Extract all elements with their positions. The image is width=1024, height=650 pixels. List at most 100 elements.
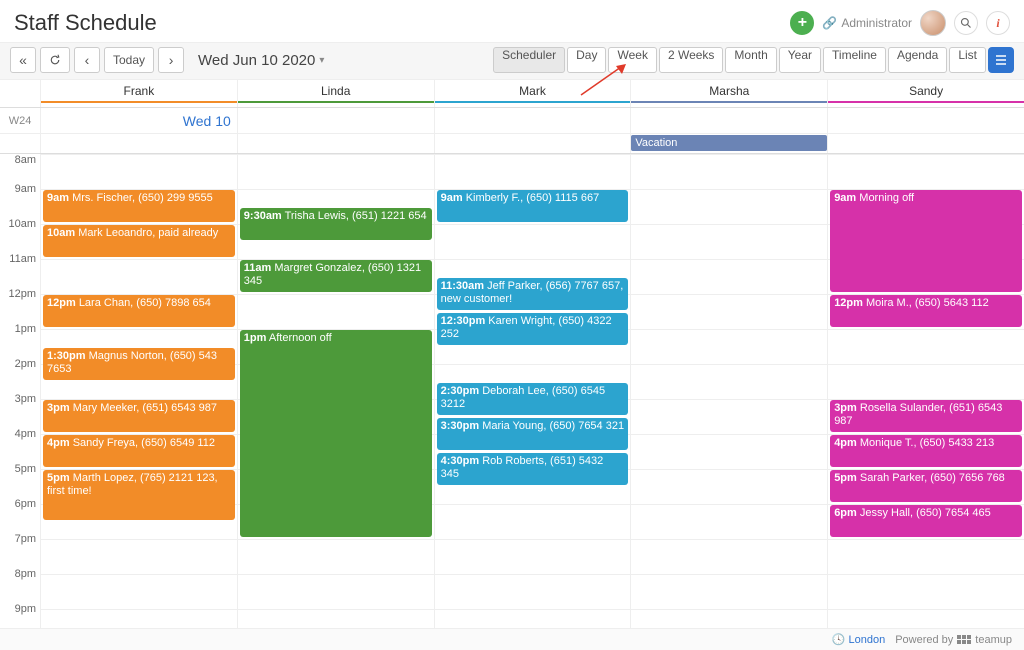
event-title: Rosella Sulander, (651) 6543 987 xyxy=(834,402,1002,427)
staff-header-row: Frank Linda Mark Marsha Sandy xyxy=(0,80,1024,108)
add-button[interactable]: + xyxy=(790,11,814,35)
event[interactable]: 3pm Mary Meeker, (651) 6543 987 xyxy=(43,400,235,432)
event[interactable]: 4:30pm Rob Roberts, (651) 5432 345 xyxy=(437,453,629,485)
admin-link[interactable]: 🔗 Administrator xyxy=(822,16,912,30)
event[interactable]: 11am Margret Gonzalez, (650) 1321 345 xyxy=(240,260,432,292)
event-title: Maria Young, (650) 7654 321 xyxy=(482,420,624,432)
brand-label[interactable]: teamup xyxy=(975,634,1012,646)
menu-button[interactable] xyxy=(988,47,1014,73)
timezone-label[interactable]: London xyxy=(848,634,885,646)
event[interactable]: 10am Mark Leoandro, paid already xyxy=(43,225,235,257)
date-cell[interactable] xyxy=(630,108,827,134)
event[interactable]: 5pm Marth Lopez, (765) 2121 123, first t… xyxy=(43,470,235,520)
admin-label: Administrator xyxy=(841,16,912,30)
allday-gutter xyxy=(0,134,40,153)
event-time: 2:30pm xyxy=(441,385,480,397)
first-button[interactable]: « xyxy=(10,47,36,73)
hour-label: 10am xyxy=(8,218,36,230)
allday-cell[interactable] xyxy=(434,134,631,153)
grid-col-marsha[interactable] xyxy=(630,154,827,644)
prev-button[interactable]: ‹ xyxy=(74,47,100,73)
event-title: Margret Gonzalez, (650) 1321 345 xyxy=(244,262,421,287)
view-btn-list[interactable]: List xyxy=(949,47,986,73)
event-time: 3pm xyxy=(834,402,857,414)
view-btn-scheduler[interactable]: Scheduler xyxy=(493,47,565,73)
event-title: Sarah Parker, (650) 7656 768 xyxy=(860,472,1005,484)
allday-event-vacation[interactable]: Vacation xyxy=(631,135,827,151)
view-btn-year[interactable]: Year xyxy=(779,47,821,73)
event-time: 4:30pm xyxy=(441,455,480,467)
grid-col-mark[interactable]: 9am Kimberly F., (650) 1115 667 11:30am J… xyxy=(434,154,631,644)
event[interactable]: 1pm Afternoon off xyxy=(240,330,432,537)
event-time: 5pm xyxy=(47,472,70,484)
event[interactable]: 6pm Jessy Hall, (650) 7654 465 xyxy=(830,505,1022,537)
refresh-icon xyxy=(49,54,61,66)
hour-label: 3pm xyxy=(15,393,36,405)
chevron-down-icon: ▾ xyxy=(319,55,324,66)
hour-label: 12pm xyxy=(8,288,36,300)
grid-col-frank[interactable]: 9am Mrs. Fischer, (650) 299 955510am Mar… xyxy=(40,154,237,644)
event-time: 12pm xyxy=(47,297,76,309)
clock-icon: 🕓 xyxy=(832,634,846,646)
staff-col-sandy[interactable]: Sandy xyxy=(827,80,1024,107)
event[interactable]: 12pm Moira M., (650) 5643 112 xyxy=(830,295,1022,327)
staff-col-frank[interactable]: Frank xyxy=(40,80,237,107)
allday-cell[interactable] xyxy=(237,134,434,153)
refresh-button[interactable] xyxy=(40,47,70,73)
event[interactable]: 2:30pm Deborah Lee, (650) 6545 3212 xyxy=(437,383,629,415)
date-cell-label[interactable]: Wed 10 xyxy=(40,108,237,134)
allday-cell[interactable] xyxy=(40,134,237,153)
info-button[interactable]: i xyxy=(986,11,1010,35)
allday-row: Vacation xyxy=(0,134,1024,154)
event[interactable]: 4pm Sandy Freya, (650) 6549 112 xyxy=(43,435,235,467)
grid-col-sandy[interactable]: 9am Morning off12pm Moira M., (650) 5643… xyxy=(827,154,1024,644)
staff-name: Mark xyxy=(519,84,546,98)
event-time: 9am xyxy=(834,192,856,204)
view-btn-month[interactable]: Month xyxy=(725,47,776,73)
event[interactable]: 9am Mrs. Fischer, (650) 299 9555 xyxy=(43,190,235,222)
date-cell[interactable] xyxy=(827,108,1024,134)
today-button[interactable]: Today xyxy=(104,47,154,73)
event[interactable]: 5pm Sarah Parker, (650) 7656 768 xyxy=(830,470,1022,502)
view-btn-agenda[interactable]: Agenda xyxy=(888,47,947,73)
view-btn-week[interactable]: Week xyxy=(608,47,656,73)
event-time: 3pm xyxy=(47,402,70,414)
view-btn-timeline[interactable]: Timeline xyxy=(823,47,886,73)
timezone-link[interactable]: 🕓 London xyxy=(832,633,885,646)
event[interactable]: 4pm Monique T., (650) 5433 213 xyxy=(830,435,1022,467)
hour-label: 4pm xyxy=(15,428,36,440)
avatar[interactable] xyxy=(920,10,946,36)
staff-col-linda[interactable]: Linda xyxy=(237,80,434,107)
allday-cell-marsha[interactable]: Vacation xyxy=(630,134,827,153)
grid-col-linda[interactable]: 9:30am Trisha Lewis, (651) 1221 654 11am … xyxy=(237,154,434,644)
event[interactable]: 11:30am Jeff Parker, (656) 7767 657, new… xyxy=(437,278,629,310)
toolbar: « ‹ Today › Wed Jun 10 2020 ▾ SchedulerD… xyxy=(0,42,1024,80)
staff-col-marsha[interactable]: Marsha xyxy=(630,80,827,107)
event[interactable]: 9am Morning off xyxy=(830,190,1022,292)
view-btn-2-weeks[interactable]: 2 Weeks xyxy=(659,47,723,73)
event-time: 3:30pm xyxy=(441,420,480,432)
date-cell[interactable] xyxy=(237,108,434,134)
event-title: Mrs. Fischer, (650) 299 9555 xyxy=(72,192,213,204)
event[interactable]: 9am Kimberly F., (650) 1115 667 xyxy=(437,190,629,222)
event[interactable]: 1:30pm Magnus Norton, (650) 543 7653 xyxy=(43,348,235,380)
view-btn-day[interactable]: Day xyxy=(567,47,606,73)
event[interactable]: 12pm Lara Chan, (650) 7898 654 xyxy=(43,295,235,327)
grid-columns: 9am Mrs. Fischer, (650) 299 955510am Mar… xyxy=(40,154,1024,640)
event-time: 1:30pm xyxy=(47,350,86,362)
date-cell[interactable] xyxy=(434,108,631,134)
staff-name: Linda xyxy=(321,84,350,98)
event[interactable]: 12:30pm Karen Wright, (650) 4322 252 xyxy=(437,313,629,345)
menu-icon xyxy=(994,53,1008,67)
corner-cell xyxy=(0,80,40,107)
event[interactable]: 9:30am Trisha Lewis, (651) 1221 654 xyxy=(240,208,432,240)
event[interactable]: 3:30pm Maria Young, (650) 7654 321 xyxy=(437,418,629,450)
event-title: Mary Meeker, (651) 6543 987 xyxy=(73,402,217,414)
search-button[interactable] xyxy=(954,11,978,35)
date-picker[interactable]: Wed Jun 10 2020 ▾ xyxy=(198,52,324,69)
staff-col-mark[interactable]: Mark xyxy=(434,80,631,107)
allday-cell[interactable] xyxy=(827,134,1024,153)
next-button[interactable]: › xyxy=(158,47,184,73)
event-title: Marth Lopez, (765) 2121 123, first time! xyxy=(47,472,218,497)
event[interactable]: 3pm Rosella Sulander, (651) 6543 987 xyxy=(830,400,1022,432)
